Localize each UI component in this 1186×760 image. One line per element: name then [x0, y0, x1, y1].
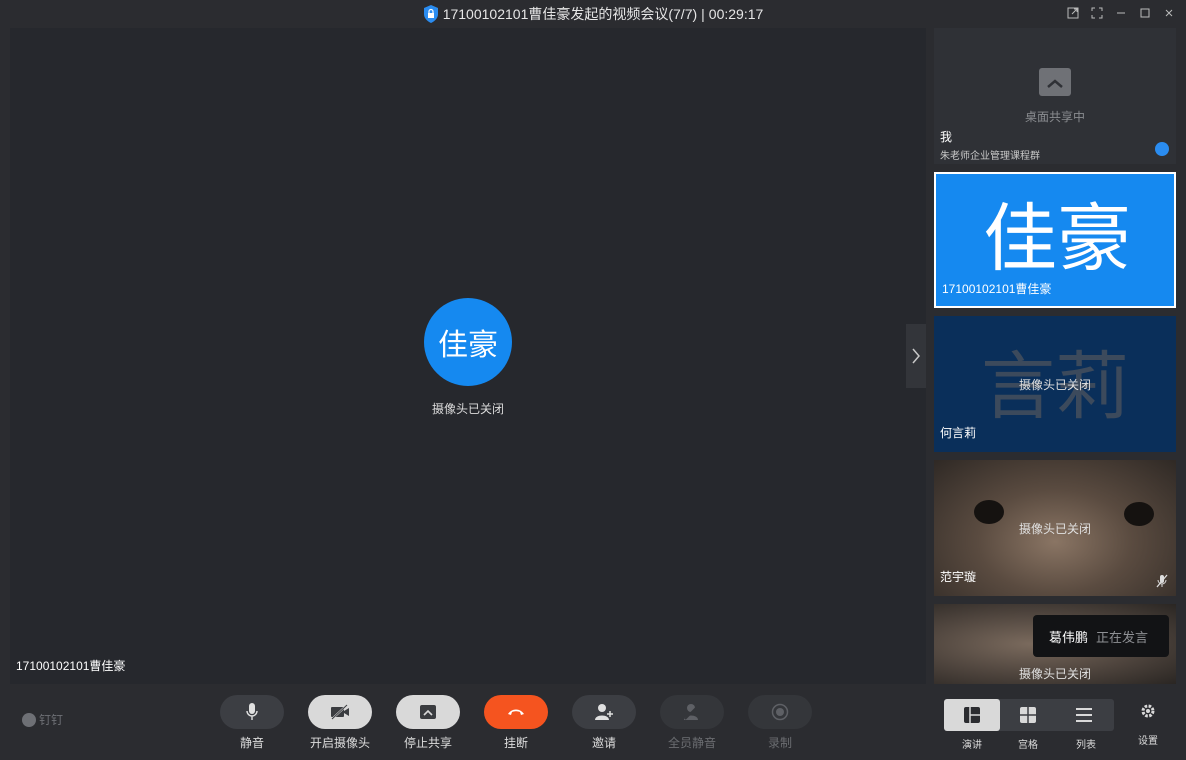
gear-icon [1141, 704, 1155, 718]
title-separator: | [701, 6, 705, 22]
camera-off-icon [331, 704, 349, 720]
participant-panel: 桌面共享中 我 朱老师企业管理课程群 佳豪 17100102101曹佳豪 言莉 … [934, 28, 1176, 684]
screen-sharing-status: 桌面共享中 [1024, 110, 1085, 124]
list-view-label: 列表 [1076, 740, 1096, 751]
mute-label: 静音 [239, 736, 264, 750]
maximize-icon[interactable] [1136, 4, 1154, 22]
invite-label: 邀请 [591, 736, 616, 750]
participant-name: 何言莉 [940, 426, 977, 440]
meeting-toolbar: 钉钉 静音 开启摄像头 停止共享 挂断 邀请 全员静音 录制 演讲 宫格 列表 … [0, 684, 1186, 760]
record-icon [771, 703, 789, 721]
participant-name: 我 [940, 130, 953, 144]
speaking-indicator: 葛伟鹏 正在发言 [1033, 615, 1169, 657]
participant-name: 范宇璇 [940, 570, 977, 584]
camera-off-status: 摄像头已关闭 [1018, 378, 1091, 392]
participant-tile-active[interactable]: 佳豪 17100102101曹佳豪 [934, 172, 1176, 308]
mute-all-button[interactable]: 全员静音 [660, 695, 724, 751]
participant-tile[interactable]: 摄像头已关闭 范宇璇 [934, 460, 1176, 596]
speaker-view-icon [964, 707, 980, 723]
start-camera-button[interactable]: 开启摄像头 [308, 695, 372, 751]
grid-view-label: 宫格 [1018, 740, 1038, 751]
grid-view-button[interactable] [1000, 699, 1056, 731]
camera-off-status: 摄像头已关闭 [431, 402, 504, 416]
mute-all-icon [684, 704, 700, 720]
list-view-icon [1076, 708, 1092, 722]
title-bar: 17100102101曹佳豪发起的视频会议(7/7) | 00:29:17 [0, 0, 1186, 28]
invite-icon [595, 704, 613, 720]
collapse-sidebar-button[interactable] [906, 324, 926, 388]
chat-icon[interactable] [1155, 142, 1169, 156]
camera-off-status: 摄像头已关闭 [1018, 522, 1091, 536]
fullscreen-icon[interactable] [1088, 4, 1106, 22]
hangup-label: 挂断 [503, 736, 528, 750]
minimize-icon[interactable] [1112, 4, 1130, 22]
participant-tile-me[interactable]: 桌面共享中 我 朱老师企业管理课程群 [934, 28, 1176, 164]
screen-share-icon [1039, 68, 1071, 96]
window-controls [1064, 4, 1178, 22]
participant-tile[interactable]: 摄像头已关闭 葛伟鹏 正在发言 [934, 604, 1176, 684]
stop-share-icon [420, 705, 436, 719]
settings-label: 设置 [1138, 736, 1158, 747]
stop-share-button[interactable]: 停止共享 [396, 695, 460, 751]
meeting-window: 17100102101曹佳豪发起的视频会议(7/7) | 00:29:17 佳豪 [0, 0, 1186, 760]
meeting-timer: 00:29:17 [708, 6, 764, 22]
grid-view-icon [1020, 707, 1036, 723]
record-button-pill[interactable] [748, 695, 812, 729]
participant-group: 朱老师企业管理课程群 [940, 151, 1040, 162]
settings-button[interactable]: 设置 [1132, 703, 1164, 747]
invite-button[interactable]: 邀请 [572, 695, 636, 751]
hangup-icon [508, 709, 524, 715]
shield-lock-icon [423, 5, 438, 23]
chevron-right-icon [912, 348, 920, 364]
stop-share-button-pill[interactable] [396, 695, 460, 729]
participant-tile[interactable]: 言莉 摄像头已关闭 何言莉 [934, 316, 1176, 452]
start-camera-button-pill[interactable] [308, 695, 372, 729]
invite-button-pill[interactable] [572, 695, 636, 729]
mute-all-button-pill[interactable] [660, 695, 724, 729]
stop-share-label: 停止共享 [403, 736, 452, 750]
float-window-icon[interactable] [1064, 4, 1082, 22]
participant-name: 17100102101曹佳豪 [942, 282, 1052, 296]
record-button[interactable]: 录制 [748, 695, 812, 751]
brand-logo: 钉钉 [22, 711, 63, 728]
speaking-name: 葛伟鹏 [1049, 629, 1089, 645]
main-video-stage[interactable]: 佳豪 摄像头已关闭 17100102101曹佳豪 [10, 28, 926, 684]
speaker-view-label: 演讲 [962, 740, 982, 751]
camera-off-status: 摄像头已关闭 [1018, 667, 1091, 681]
speaking-state: 正在发言 [1096, 629, 1149, 645]
meeting-title-text: 17100102101曹佳豪发起的视频会议(7/7) [442, 6, 698, 22]
speaker-avatar: 佳豪 [424, 298, 512, 386]
meeting-title: 17100102101曹佳豪发起的视频会议(7/7) | 00:29:17 [423, 4, 764, 24]
view-mode-switch [944, 699, 1114, 731]
brand-name: 钉钉 [39, 713, 64, 727]
mic-muted-icon [1156, 574, 1168, 588]
record-label: 录制 [767, 736, 792, 750]
participant-avatar-text: 佳豪 [983, 197, 1131, 280]
mute-button-pill[interactable] [220, 695, 284, 729]
start-camera-label: 开启摄像头 [309, 736, 370, 750]
dingtalk-logo-icon [22, 712, 36, 727]
hangup-button[interactable]: 挂断 [484, 695, 548, 751]
mute-all-label: 全员静音 [667, 736, 716, 750]
microphone-icon [246, 703, 258, 720]
close-icon[interactable] [1160, 4, 1178, 22]
hangup-button-pill[interactable] [484, 695, 548, 729]
stage-speaker-name: 17100102101曹佳豪 [16, 659, 126, 673]
mute-button[interactable]: 静音 [220, 695, 284, 751]
speaker-view-button[interactable] [944, 699, 1000, 731]
list-view-button[interactable] [1056, 699, 1112, 731]
